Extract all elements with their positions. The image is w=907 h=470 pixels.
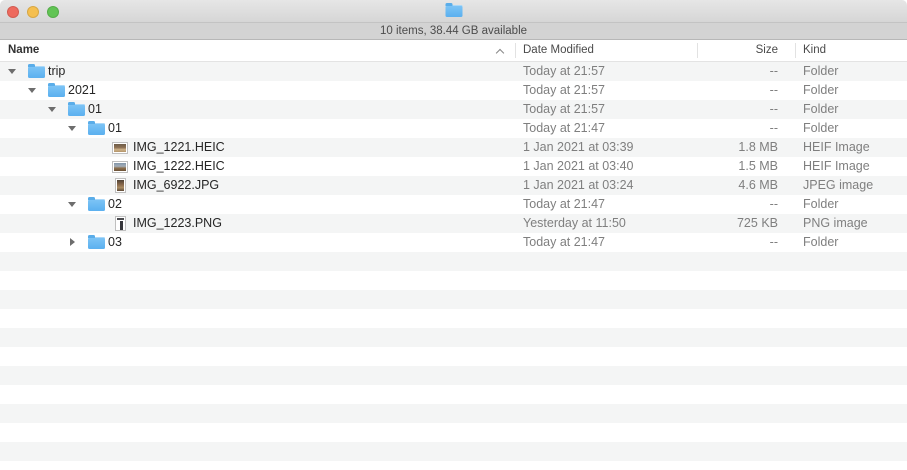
column-divider[interactable] [795, 43, 796, 58]
empty-row [0, 423, 907, 442]
file-size: -- [697, 81, 778, 100]
disclosure-triangle-collapsed-icon[interactable] [68, 238, 77, 247]
file-name: 03 [108, 233, 122, 252]
table-row-2021[interactable]: 2021 Today at 21:57 -- Folder [0, 81, 907, 100]
folder-icon [445, 5, 462, 17]
table-row-img-1221[interactable]: IMG_1221.HEIC 1 Jan 2021 at 03:39 1.8 MB… [0, 138, 907, 157]
file-size: -- [697, 100, 778, 119]
date-modified: Today at 21:47 [523, 119, 605, 138]
date-modified: Yesterday at 11:50 [523, 214, 626, 233]
file-kind: Folder [803, 233, 838, 252]
file-size: -- [697, 119, 778, 138]
empty-row [0, 252, 907, 271]
photo-thumbnail-icon [113, 143, 127, 153]
status-text: 10 items, 38.44 GB available [380, 25, 527, 37]
file-kind: PNG image [803, 214, 868, 233]
empty-row [0, 347, 907, 366]
folder-icon [68, 104, 85, 116]
file-kind: HEIF Image [803, 138, 870, 157]
sort-ascending-icon [496, 49, 504, 57]
file-list: trip Today at 21:57 -- Folder 2021 Today… [0, 62, 907, 470]
folder-icon [88, 199, 105, 211]
disclosure-triangle-expanded-icon[interactable] [28, 86, 37, 95]
folder-icon [88, 123, 105, 135]
date-modified: Today at 21:47 [523, 233, 605, 252]
status-bar: 10 items, 38.44 GB available [0, 23, 907, 40]
empty-row [0, 309, 907, 328]
disclosure-triangle-expanded-icon[interactable] [68, 200, 77, 209]
window-proxy-folder-icon[interactable] [445, 5, 462, 17]
table-row-img-6922[interactable]: IMG_6922.JPG 1 Jan 2021 at 03:24 4.6 MB … [0, 176, 907, 195]
date-modified: 1 Jan 2021 at 03:40 [523, 157, 634, 176]
file-name: 02 [108, 195, 122, 214]
file-kind: HEIF Image [803, 157, 870, 176]
file-name: trip [48, 62, 65, 81]
file-name: IMG_1222.HEIC [133, 157, 225, 176]
column-header-size[interactable]: Size [697, 40, 778, 62]
file-name: IMG_6922.JPG [133, 176, 219, 195]
date-modified: Today at 21:47 [523, 195, 605, 214]
disclosure-triangle-expanded-icon[interactable] [68, 124, 77, 133]
file-name: 01 [88, 100, 102, 119]
file-kind: JPEG image [803, 176, 873, 195]
photo-thumbnail-icon [116, 217, 125, 230]
folder-icon [28, 66, 45, 78]
empty-row [0, 366, 907, 385]
file-size: 1.5 MB [697, 157, 778, 176]
zoom-button[interactable] [47, 6, 59, 18]
title-bar[interactable] [0, 0, 907, 23]
table-row-02[interactable]: 02 Today at 21:47 -- Folder [0, 195, 907, 214]
column-divider[interactable] [515, 43, 516, 58]
column-header-name[interactable]: Name [8, 40, 39, 62]
table-row-01[interactable]: 01 Today at 21:57 -- Folder [0, 100, 907, 119]
empty-row [0, 290, 907, 309]
empty-row [0, 328, 907, 347]
file-kind: Folder [803, 195, 838, 214]
file-kind: Folder [803, 100, 838, 119]
column-header-kind[interactable]: Kind [803, 40, 826, 62]
file-size: -- [697, 62, 778, 81]
disclosure-triangle-expanded-icon[interactable] [8, 67, 17, 76]
close-button[interactable] [7, 6, 19, 18]
minimize-button[interactable] [27, 6, 39, 18]
file-size: -- [697, 233, 778, 252]
column-header-date-modified[interactable]: Date Modified [523, 40, 594, 62]
traffic-lights [7, 6, 59, 18]
file-kind: Folder [803, 62, 838, 81]
file-name: 2021 [68, 81, 96, 100]
empty-row [0, 461, 907, 470]
file-size: 4.6 MB [697, 176, 778, 195]
file-size: 725 KB [697, 214, 778, 233]
date-modified: Today at 21:57 [523, 62, 605, 81]
file-name: 01 [108, 119, 122, 138]
empty-row [0, 404, 907, 423]
photo-thumbnail-icon [113, 162, 127, 172]
photo-thumbnail-icon [116, 179, 125, 192]
table-row-01-01[interactable]: 01 Today at 21:47 -- Folder [0, 119, 907, 138]
disclosure-triangle-expanded-icon[interactable] [48, 105, 57, 114]
file-kind: Folder [803, 119, 838, 138]
empty-row [0, 385, 907, 404]
file-size: -- [697, 195, 778, 214]
file-name: IMG_1223.PNG [133, 214, 222, 233]
file-size: 1.8 MB [697, 138, 778, 157]
finder-window: 10 items, 38.44 GB available Name Date M… [0, 0, 907, 470]
folder-icon [48, 85, 65, 97]
table-row-img-1223[interactable]: IMG_1223.PNG Yesterday at 11:50 725 KB P… [0, 214, 907, 233]
date-modified: 1 Jan 2021 at 03:39 [523, 138, 634, 157]
empty-row [0, 442, 907, 461]
folder-icon [88, 237, 105, 249]
table-row-trip[interactable]: trip Today at 21:57 -- Folder [0, 62, 907, 81]
file-kind: Folder [803, 81, 838, 100]
empty-row [0, 271, 907, 290]
date-modified: Today at 21:57 [523, 100, 605, 119]
table-row-img-1222[interactable]: IMG_1222.HEIC 1 Jan 2021 at 03:40 1.5 MB… [0, 157, 907, 176]
date-modified: Today at 21:57 [523, 81, 605, 100]
column-header-row: Name Date Modified Size Kind [0, 40, 907, 62]
table-row-03[interactable]: 03 Today at 21:47 -- Folder [0, 233, 907, 252]
file-name: IMG_1221.HEIC [133, 138, 225, 157]
date-modified: 1 Jan 2021 at 03:24 [523, 176, 634, 195]
